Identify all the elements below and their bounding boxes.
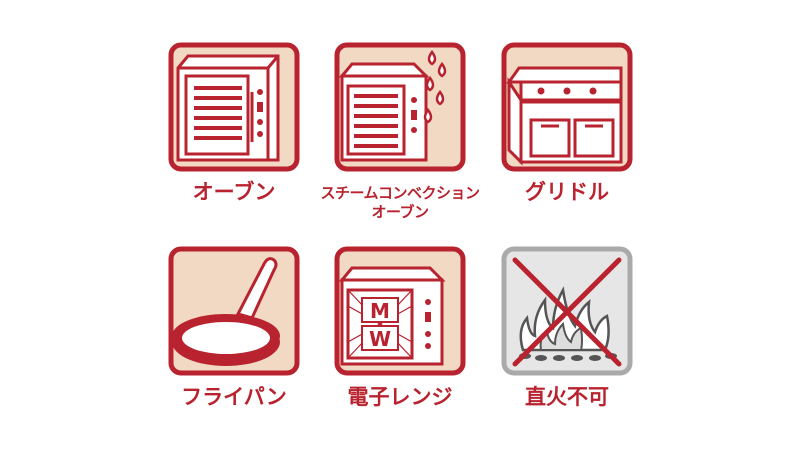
griddle-tile bbox=[501, 42, 633, 172]
oven-tile bbox=[168, 42, 300, 172]
microwave-icon: M W bbox=[334, 246, 466, 376]
griddle-label: グリドル bbox=[525, 180, 609, 204]
microwave-m-text: M bbox=[370, 299, 390, 323]
no-direct-fire-label: 直火不可 bbox=[525, 385, 609, 409]
frying-pan-tile bbox=[168, 246, 300, 376]
frying-pan-icon bbox=[168, 246, 300, 376]
no-direct-fire-tile bbox=[501, 246, 633, 376]
frying-pan-label: フライパン bbox=[181, 385, 287, 409]
griddle-icon bbox=[501, 42, 633, 172]
steam-convection-oven-icon bbox=[334, 42, 466, 172]
steam-convection-label-line1: スチームコンベクション bbox=[320, 184, 480, 202]
oven-icon bbox=[168, 42, 300, 172]
steam-convection-oven-tile bbox=[334, 42, 466, 172]
steam-convection-oven-label: スチームコンベクション オーブン bbox=[310, 184, 490, 222]
oven-label: オーブン bbox=[192, 180, 276, 204]
microwave-label: 電子レンジ bbox=[347, 385, 453, 409]
steam-convection-label-line2: オーブン bbox=[371, 203, 429, 221]
microwave-tile: M W bbox=[334, 246, 466, 376]
microwave-w-text: W bbox=[369, 327, 391, 351]
no-direct-fire-icon bbox=[501, 246, 633, 376]
